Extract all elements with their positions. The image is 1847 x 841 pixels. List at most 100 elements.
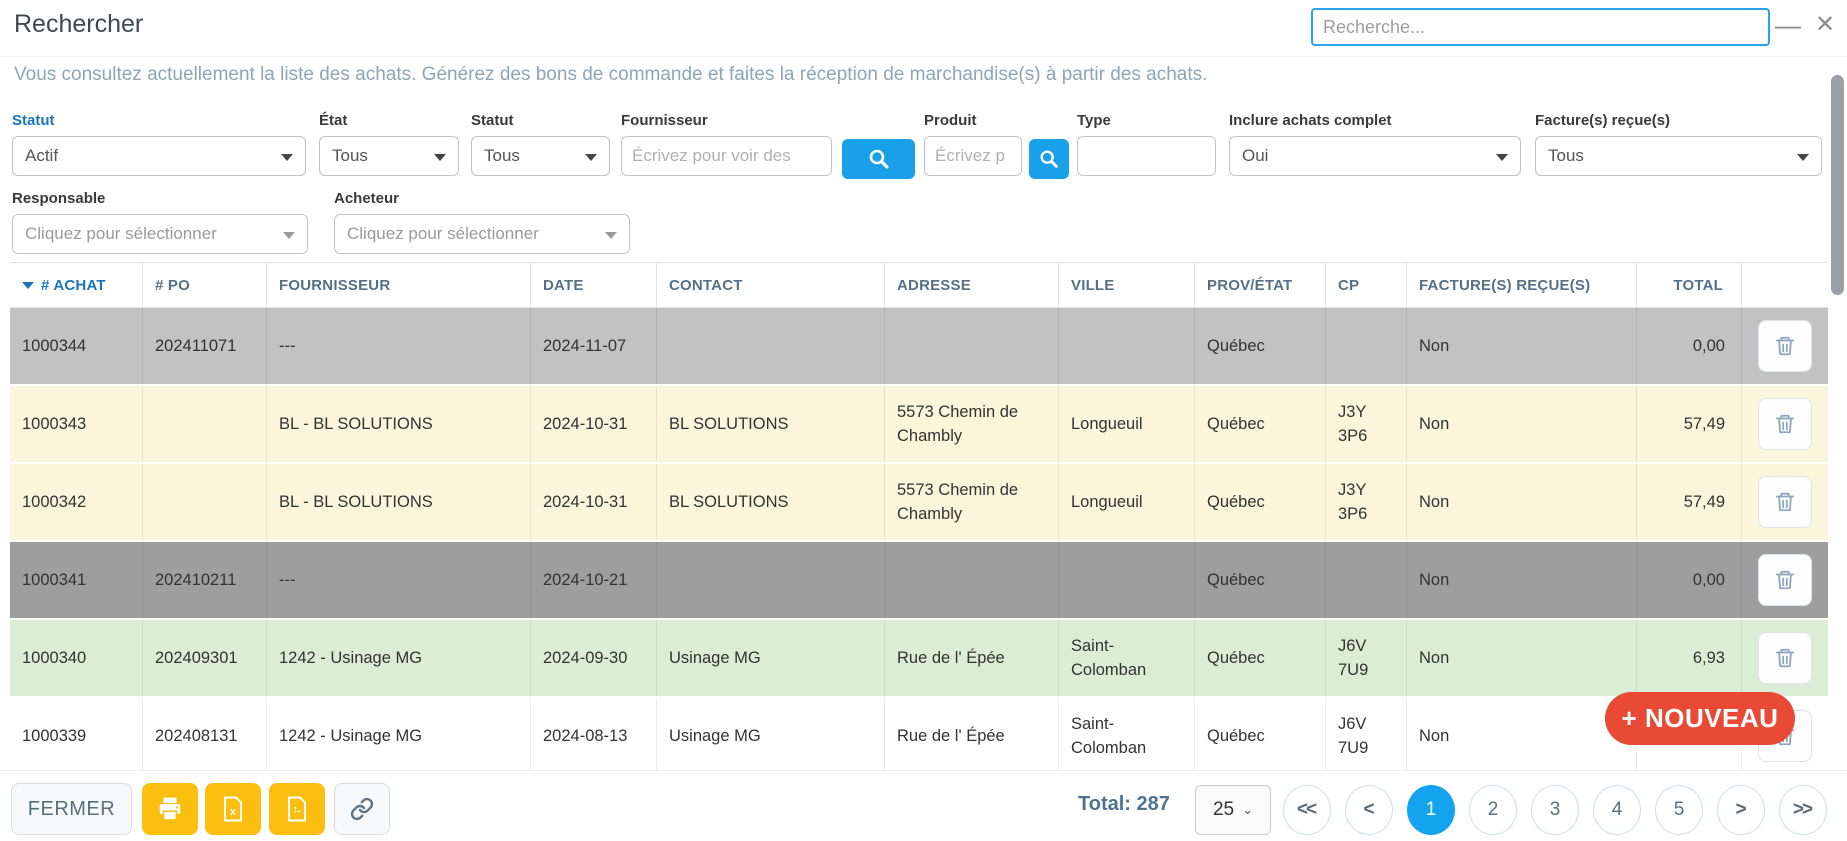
file-pdf-icon xyxy=(285,796,309,822)
column-header-total[interactable]: TOTAL xyxy=(1637,263,1742,307)
filters-panel: Statut Actif État Tous Statut Tous Fourn… xyxy=(0,105,1847,257)
column-header-achat[interactable]: # ACHAT xyxy=(10,263,143,307)
pagination: << < 12345 > >> xyxy=(1283,785,1827,835)
close-icon[interactable]: ✕ xyxy=(1815,6,1835,44)
column-header-date[interactable]: DATE xyxy=(531,263,657,307)
page-size-value: 25 xyxy=(1213,799,1234,821)
first-page-button[interactable]: << xyxy=(1283,785,1331,835)
cell-prov: Québec xyxy=(1195,620,1326,696)
print-button[interactable] xyxy=(142,783,198,835)
printer-icon xyxy=(157,796,183,822)
cell-cp: J6V 7U9 xyxy=(1326,620,1407,696)
table-row[interactable]: 10003392024081311242 - Usinage MG2024-08… xyxy=(10,698,1828,770)
cell-prov: Québec xyxy=(1195,386,1326,462)
page-button-3[interactable]: 3 xyxy=(1531,785,1579,835)
filter-acheteur-select[interactable]: Cliquez pour sélectionner xyxy=(334,214,630,254)
chevron-down-icon xyxy=(283,232,295,239)
next-page-button[interactable]: > xyxy=(1717,785,1765,835)
filter-statut-2-value: Tous xyxy=(484,146,520,166)
cell-fournisseur: BL - BL SOLUTIONS xyxy=(267,464,531,540)
fermer-button[interactable]: FERMER xyxy=(11,783,132,835)
cell-total: 6,93 xyxy=(1637,620,1742,696)
delete-row-button[interactable] xyxy=(1758,398,1812,450)
column-header-contact[interactable]: CONTACT xyxy=(657,263,885,307)
column-header-cp[interactable]: CP xyxy=(1326,263,1407,307)
prev-page-button[interactable]: < xyxy=(1345,785,1393,835)
cell-ville: Saint-Colomban xyxy=(1059,620,1195,696)
vertical-scrollbar-thumb[interactable] xyxy=(1831,75,1844,295)
page-button-5[interactable]: 5 xyxy=(1655,785,1703,835)
page-button-4[interactable]: 4 xyxy=(1593,785,1641,835)
rechercher-window: Rechercher — ✕ Vous consultez actuelleme… xyxy=(0,0,1847,841)
page-button-2[interactable]: 2 xyxy=(1469,785,1517,835)
cell-facture: Non xyxy=(1407,464,1637,540)
cell-facture: Non xyxy=(1407,308,1637,384)
search-icon xyxy=(1038,148,1060,170)
page-size-select[interactable]: 25 ⌄ xyxy=(1195,785,1271,835)
cell-contact: Usinage MG xyxy=(657,698,885,770)
type-input[interactable] xyxy=(1077,136,1216,176)
nouveau-button[interactable]: + NOUVEAU xyxy=(1605,692,1795,745)
column-header-ville[interactable]: VILLE xyxy=(1059,263,1195,307)
cell-po: 202409301 xyxy=(143,620,267,696)
minimize-button[interactable]: — xyxy=(1775,6,1801,44)
filter-etat-select[interactable]: Tous xyxy=(319,136,459,176)
cell-achat: 1000344 xyxy=(10,308,143,384)
cell-prov: Québec xyxy=(1195,542,1326,618)
cell-adresse: Rue de l' Épée xyxy=(885,698,1059,770)
fournisseur-search-button[interactable] xyxy=(842,139,915,179)
cell-date: 2024-11-07 xyxy=(531,308,657,384)
table-header-row: # ACHAT # PO FOURNISSEUR DATE CONTACT AD… xyxy=(10,262,1828,308)
filter-facture-value: Tous xyxy=(1548,146,1584,166)
table-row[interactable]: 10003402024093011242 - Usinage MG2024-09… xyxy=(10,620,1828,698)
column-header-fournisseur[interactable]: FOURNISSEUR xyxy=(267,263,531,307)
export-excel-button[interactable]: x xyxy=(205,783,261,835)
filter-facture-select[interactable]: Tous xyxy=(1535,136,1822,176)
filter-facture-label: Facture(s) reçue(s) xyxy=(1535,112,1822,129)
filter-facture: Facture(s) reçue(s) Tous xyxy=(1535,112,1822,176)
filter-statut-1-select[interactable]: Actif xyxy=(12,136,306,176)
filter-statut-2-select[interactable]: Tous xyxy=(471,136,610,176)
column-header-facture[interactable]: FACTURE(S) REÇUE(S) xyxy=(1407,263,1637,307)
filter-fournisseur: Fournisseur xyxy=(621,112,832,176)
copy-link-button[interactable] xyxy=(334,783,390,835)
delete-row-button[interactable] xyxy=(1758,476,1812,528)
table-row[interactable]: 1000343BL - BL SOLUTIONS2024-10-31BL SOL… xyxy=(10,386,1828,464)
filter-inclure-select[interactable]: Oui xyxy=(1229,136,1521,176)
cell-achat: 1000343 xyxy=(10,386,143,462)
cell-po xyxy=(143,386,267,462)
filter-responsable-select[interactable]: Cliquez pour sélectionner xyxy=(12,214,308,254)
cell-fournisseur: 1242 - Usinage MG xyxy=(267,620,531,696)
column-header-adresse[interactable]: ADRESSE xyxy=(885,263,1059,307)
table-row[interactable]: 1000344202411071---2024-11-07QuébecNon0,… xyxy=(10,308,1828,386)
filter-responsable-placeholder: Cliquez pour sélectionner xyxy=(25,224,217,244)
delete-row-button[interactable] xyxy=(1758,554,1812,606)
cell-total: 0,00 xyxy=(1637,542,1742,618)
filter-acheteur: Acheteur Cliquez pour sélectionner xyxy=(334,190,630,254)
cell-po: 202410211 xyxy=(143,542,267,618)
export-pdf-button[interactable] xyxy=(269,783,325,835)
table-row[interactable]: 1000342BL - BL SOLUTIONS2024-10-31BL SOL… xyxy=(10,464,1828,542)
search-input[interactable] xyxy=(1311,8,1770,46)
cell-adresse xyxy=(885,542,1059,618)
produit-input[interactable] xyxy=(924,136,1022,176)
chevron-down-icon: ⌄ xyxy=(1242,802,1253,818)
fournisseur-input[interactable] xyxy=(621,136,832,176)
chevron-down-icon xyxy=(281,154,293,161)
chevron-down-icon xyxy=(1797,154,1809,161)
produit-search-button[interactable] xyxy=(1029,139,1069,179)
cell-ville xyxy=(1059,308,1195,384)
last-page-button[interactable]: >> xyxy=(1779,785,1827,835)
page-button-1[interactable]: 1 xyxy=(1407,785,1455,835)
table-row[interactable]: 1000341202410211---2024-10-21QuébecNon0,… xyxy=(10,542,1828,620)
filter-inclure: Inclure achats complet Oui xyxy=(1229,112,1521,176)
filter-fournisseur-label: Fournisseur xyxy=(621,112,832,129)
cell-actions xyxy=(1742,542,1828,618)
cell-facture: Non xyxy=(1407,386,1637,462)
delete-row-button[interactable] xyxy=(1758,320,1812,372)
cell-date: 2024-10-31 xyxy=(531,386,657,462)
column-header-prov[interactable]: PROV/ÉTAT xyxy=(1195,263,1326,307)
column-header-po[interactable]: # PO xyxy=(143,263,267,307)
delete-row-button[interactable] xyxy=(1758,632,1812,684)
file-excel-icon: x xyxy=(221,796,245,822)
